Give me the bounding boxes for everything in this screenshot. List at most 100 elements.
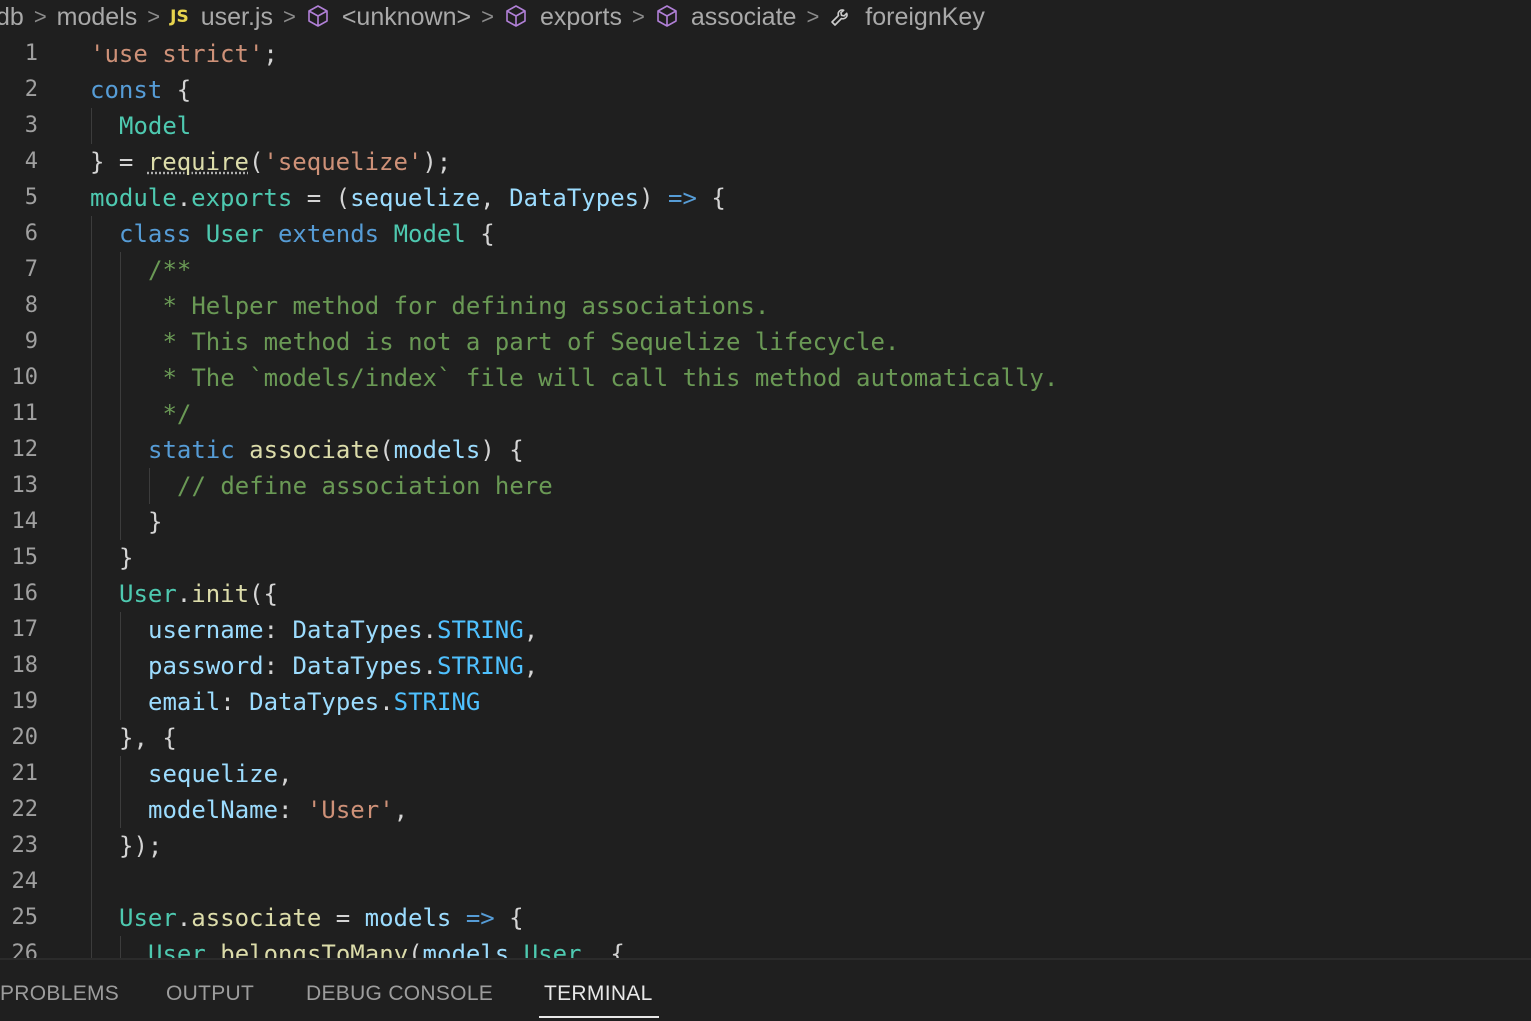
code-text: }); (119, 828, 162, 864)
indent-guide (91, 612, 92, 648)
tab-problems[interactable]: PROBLEMS (0, 982, 119, 1006)
line-number: 19 (11, 689, 39, 714)
indent-guide (120, 684, 121, 720)
code-token: ) { (480, 436, 524, 464)
breadcrumb-label: foreignKey (865, 2, 985, 31)
code-token: . (379, 688, 394, 716)
code-line[interactable]: 10 * The `models/index` file will call t… (0, 360, 1531, 396)
cube-icon (504, 4, 530, 30)
code-token: }, { (119, 724, 177, 752)
code-line[interactable]: 9 * This method is not a part of Sequeli… (0, 324, 1531, 360)
indent-guide (91, 684, 92, 720)
code-token: DataTypes (292, 652, 423, 680)
indent-guide (91, 900, 92, 936)
code-token: class (119, 220, 192, 248)
code-token: . (422, 616, 437, 644)
indent-guide (91, 792, 92, 828)
code-token: Model (393, 220, 466, 248)
line-number: 9 (24, 329, 38, 354)
code-line[interactable]: 19 email: DataTypes.STRING (0, 684, 1531, 720)
code-token: : (263, 616, 293, 644)
code-line[interactable]: 11 */ (0, 396, 1531, 432)
chevron-right-icon: > (806, 4, 820, 29)
code-line[interactable]: 6 class User extends Model { (0, 216, 1531, 252)
breadcrumb-item[interactable]: <unknown> (306, 3, 471, 32)
breadcrumb-item[interactable]: models (57, 3, 138, 32)
line-number: 8 (24, 293, 38, 318)
wrench-icon (829, 4, 855, 30)
code-token: { (696, 184, 726, 212)
code-line[interactable]: 25 User.associate = models => { (0, 900, 1531, 936)
breadcrumb-label: exports (539, 2, 622, 31)
code-line[interactable]: 22 modelName: 'User', (0, 792, 1531, 828)
code-token: : (220, 688, 250, 716)
code-token: * Helper method for defining association… (148, 292, 770, 320)
code-line[interactable]: 23}); (0, 828, 1531, 864)
code-token: . (422, 652, 437, 680)
chevron-right-icon: > (147, 4, 161, 29)
breadcrumb-item[interactable]: db (0, 3, 24, 32)
indent-guide (120, 288, 121, 324)
code-line[interactable]: 3 Model (0, 108, 1531, 144)
code-token: User (119, 580, 177, 608)
breadcrumb-label: associate (690, 2, 797, 31)
breadcrumb-item[interactable]: associate (655, 2, 797, 32)
indent-guide (91, 864, 92, 900)
code-line[interactable]: 24 (0, 864, 1531, 900)
code-line[interactable]: 8 * Helper method for defining associati… (0, 288, 1531, 324)
code-line[interactable]: 4 } = require('sequelize'); (0, 144, 1531, 180)
line-number: 5 (24, 185, 38, 210)
code-token: = ( (292, 184, 351, 212)
breadcrumb-item[interactable]: exports (504, 3, 622, 32)
indent-guide (149, 468, 150, 504)
code-line[interactable]: 2 const { (0, 72, 1531, 108)
breadcrumb-item[interactable]: foreignKey (829, 3, 985, 32)
line-number: 4 (24, 149, 38, 174)
indent-guide (91, 432, 92, 468)
code-line[interactable]: 16 User.init({ (0, 576, 1531, 612)
code-text: } = require('sequelize'); (90, 144, 451, 180)
code-line[interactable]: 7 /** (0, 252, 1531, 288)
code-text: User.associate = models => { (119, 900, 524, 936)
chevron-right-icon: > (282, 4, 296, 29)
code-token: exports (191, 184, 293, 212)
breadcrumb-item[interactable]: JS user.js (170, 3, 273, 32)
code-line[interactable]: 1 'use strict'; (0, 36, 1531, 72)
line-number: 16 (11, 581, 39, 606)
code-text: * This method is not a part of Sequelize… (148, 324, 899, 360)
code-line[interactable]: 26 User.belongsToMany(models.User, { (0, 936, 1531, 958)
code-line[interactable]: 14} (0, 504, 1531, 540)
code-line[interactable]: 15} (0, 540, 1531, 576)
line-number: 22 (11, 797, 39, 822)
indent-guide (91, 576, 92, 612)
code-token: DataTypes (249, 688, 380, 716)
code-token: const (90, 76, 163, 104)
code-token: => (465, 904, 495, 932)
code-token: associate (249, 436, 380, 464)
code-token: User (119, 904, 177, 932)
code-token: email (148, 688, 221, 716)
indent-guide (91, 108, 92, 144)
code-token: modelName (148, 796, 279, 824)
code-line[interactable]: 18 password: DataTypes.STRING, (0, 648, 1531, 684)
code-line[interactable]: 21 sequelize, (0, 756, 1531, 792)
tab-debug-console[interactable]: DEBUG CONSOLE (306, 982, 493, 1006)
tab-terminal[interactable]: TERMINAL (544, 982, 653, 1006)
code-token: ; (263, 40, 278, 68)
indent-guide (91, 216, 92, 252)
code-token: 'use strict' (90, 40, 264, 68)
code-line[interactable]: 12 static associate(models) { (0, 432, 1531, 468)
code-line[interactable]: 5 module.exports = (sequelize, DataTypes)… (0, 180, 1531, 216)
indent-guide (120, 936, 121, 958)
code-line[interactable]: 13 // define association here (0, 468, 1531, 504)
code-line[interactable]: 17 username: DataTypes.STRING, (0, 612, 1531, 648)
tab-output[interactable]: OUTPUT (166, 982, 254, 1006)
code-editor[interactable]: 1'use strict'; 2 const {3 Model 4 } = require… (0, 36, 1531, 958)
code-text: email: DataTypes.STRING (148, 684, 480, 720)
code-line[interactable]: 20}, { (0, 720, 1531, 756)
indent-guide (120, 396, 121, 432)
indent-guide (91, 504, 92, 540)
code-text: }, { (119, 720, 177, 756)
indent-guide (120, 612, 121, 648)
code-token: . (509, 940, 524, 958)
